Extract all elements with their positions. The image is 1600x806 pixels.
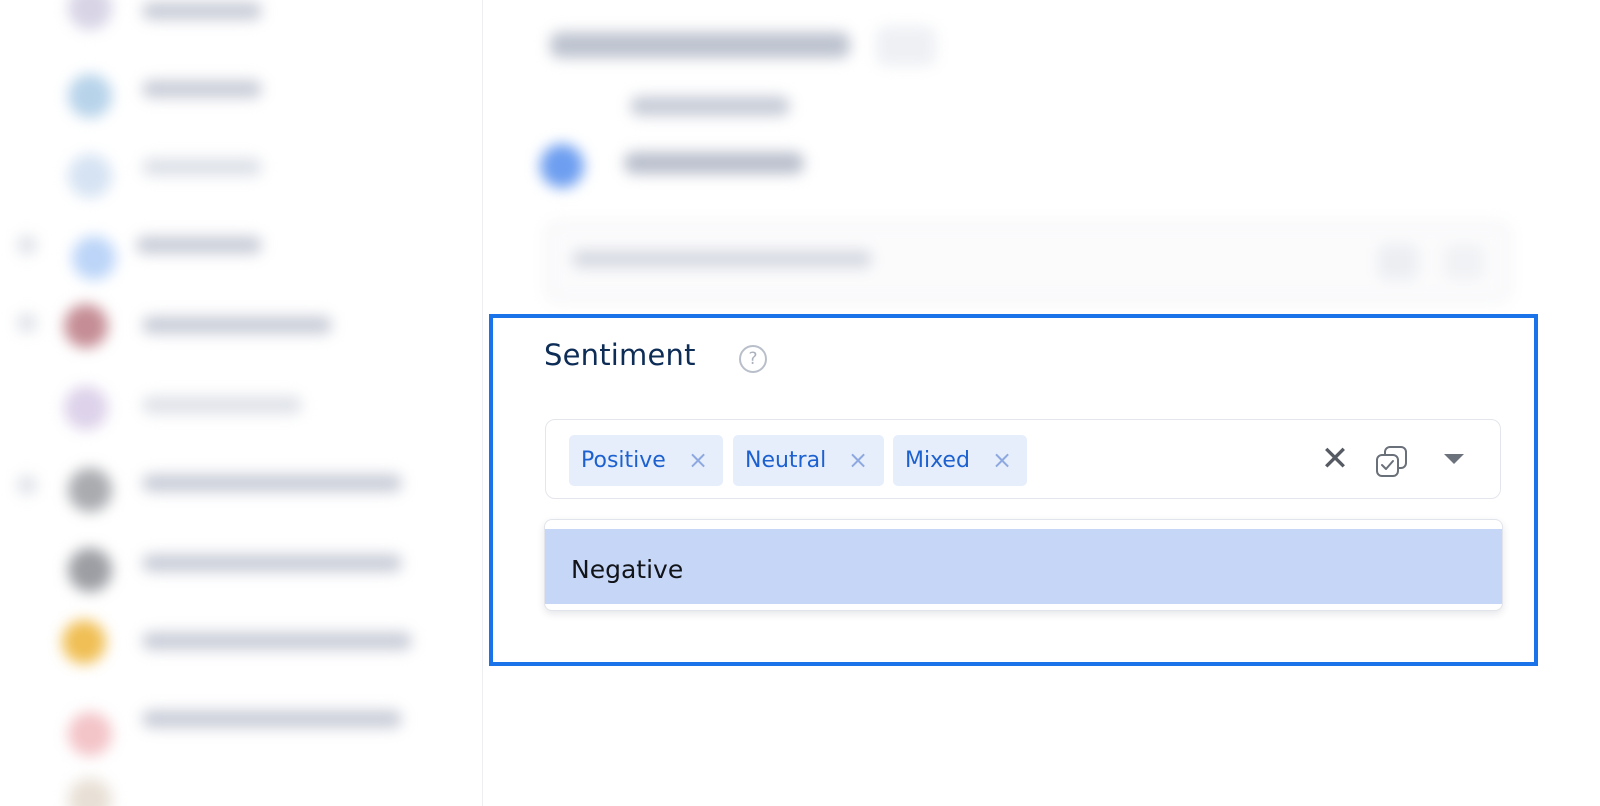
sidebar-item-bar bbox=[142, 316, 332, 334]
sidebar-expand-icon bbox=[18, 314, 36, 332]
sidebar-avatar bbox=[72, 236, 116, 280]
remove-tag-icon[interactable]: × bbox=[847, 448, 869, 472]
blurred-avatar bbox=[540, 144, 584, 188]
sidebar-avatar bbox=[68, 74, 112, 118]
blurred-text-line bbox=[630, 96, 790, 116]
sidebar-avatar bbox=[64, 386, 108, 430]
blurred-field-text bbox=[572, 250, 872, 268]
tag-label: Mixed bbox=[905, 448, 970, 473]
sentiment-label: Sentiment bbox=[544, 338, 696, 372]
sentiment-multiselect[interactable]: Positive × Neutral × Mixed × ✕ bbox=[545, 419, 1501, 499]
sidebar-item-bar bbox=[136, 236, 262, 254]
blurred-chip bbox=[876, 26, 936, 66]
remove-tag-icon[interactable]: × bbox=[687, 448, 709, 472]
sidebar-item-bar bbox=[142, 80, 262, 98]
sidebar-blurred-content bbox=[0, 0, 482, 806]
select-all-icon[interactable] bbox=[1374, 444, 1410, 480]
sidebar-avatar bbox=[68, 0, 112, 30]
sidebar-expand-icon bbox=[18, 236, 36, 254]
tag-chip: Mixed × bbox=[893, 435, 1027, 486]
sidebar-avatar bbox=[64, 304, 108, 348]
sidebar-item-bar bbox=[142, 158, 262, 176]
remove-tag-icon[interactable]: × bbox=[991, 448, 1013, 472]
sidebar-expand-icon bbox=[18, 476, 36, 494]
page: Sentiment ? Positive × Neutral × Mixed ×… bbox=[0, 0, 1600, 806]
sidebar-item-bar bbox=[142, 632, 412, 650]
sidebar-item-bar bbox=[142, 474, 402, 492]
blurred-title bbox=[550, 32, 850, 58]
option-label: Negative bbox=[571, 555, 684, 584]
sidebar-item-bar bbox=[142, 2, 262, 20]
sidebar-item-bar bbox=[142, 396, 302, 414]
sidebar-avatar bbox=[68, 548, 112, 592]
sidebar-avatar bbox=[68, 778, 112, 806]
sidebar-avatar bbox=[68, 154, 112, 198]
tag-chip: Neutral × bbox=[733, 435, 884, 486]
blurred-content-above bbox=[520, 0, 1540, 310]
sidebar-item-bar bbox=[142, 554, 402, 572]
tag-chip: Positive × bbox=[569, 435, 723, 486]
sidebar-avatar bbox=[68, 468, 112, 512]
sidebar-item-bar bbox=[142, 710, 402, 728]
blurred-field-icon bbox=[1444, 244, 1484, 280]
sentiment-dropdown-menu: Negative bbox=[544, 519, 1503, 611]
help-circle-icon[interactable]: ? bbox=[739, 345, 767, 373]
blurred-field-icon bbox=[1378, 244, 1418, 280]
blurred-input-field bbox=[546, 222, 1510, 302]
dropdown-caret-icon[interactable] bbox=[1444, 454, 1464, 464]
sidebar-avatar bbox=[62, 620, 106, 664]
tag-label: Neutral bbox=[745, 448, 827, 473]
dropdown-option-negative[interactable]: Negative bbox=[545, 529, 1502, 604]
sidebar-avatar bbox=[68, 712, 112, 756]
tag-label: Positive bbox=[581, 448, 666, 473]
blurred-text-line bbox=[624, 152, 804, 174]
sidebar bbox=[0, 0, 483, 806]
clear-all-icon[interactable]: ✕ bbox=[1320, 442, 1350, 476]
